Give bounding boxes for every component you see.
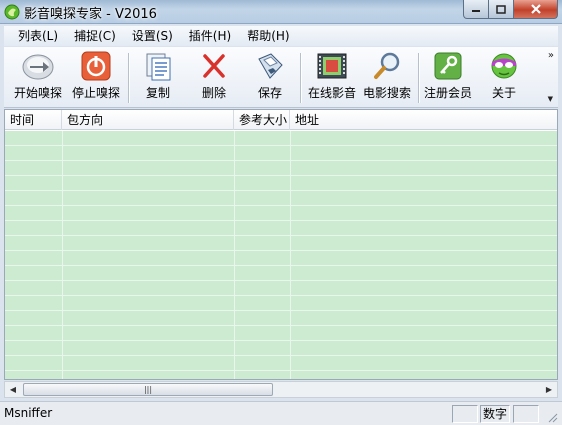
column-header-size[interactable]: 参考大小 [234, 110, 290, 130]
menu-list[interactable]: 列表(L) [4, 27, 66, 45]
app-icon [4, 4, 20, 20]
minimize-icon [472, 10, 480, 12]
column-divider [234, 131, 235, 379]
status-panel [513, 405, 539, 423]
scroll-right-icon[interactable]: ▶ [541, 382, 557, 397]
list-header: 时间 包方向 参考大小 地址 [5, 110, 557, 130]
copy-button[interactable]: 复制 [136, 49, 180, 105]
online-video-label: 在线影音 [307, 86, 356, 100]
delete-icon [203, 54, 225, 78]
copy-icon [146, 53, 171, 81]
film-icon [317, 53, 347, 79]
power-icon [81, 51, 111, 81]
menu-help[interactable]: 帮助(H) [239, 27, 297, 45]
delete-label: 删除 [201, 86, 226, 100]
close-button[interactable] [513, 0, 558, 19]
copy-label: 复制 [145, 86, 170, 100]
online-video-button[interactable]: 在线影音 [306, 49, 358, 105]
movie-search-label: 电影搜索 [362, 86, 411, 100]
scroll-thumb[interactable]: ||| [23, 383, 273, 396]
menu-bar: 列表(L) 捕捉(C) 设置(S) 插件(H) 帮助(H) [4, 26, 558, 46]
toolbar-separator [418, 53, 420, 103]
movie-search-button[interactable]: 电影搜索 [360, 49, 414, 105]
column-header-address[interactable]: 地址 [290, 110, 557, 130]
title-bar: 影音嗅探专家 - V2016 [0, 0, 562, 24]
status-text: Msniffer [4, 406, 53, 420]
toolbar-options-icon[interactable]: ▼ [548, 95, 553, 103]
status-bar: Msniffer 数字 [0, 401, 562, 425]
about-button[interactable]: 关于 [482, 49, 526, 105]
mascot-icon [491, 53, 517, 79]
toolbar: 开始嗅探 停止嗅探 复制 删除 保存 在线影音 电影搜索 注册会员 关于 » ▼ [4, 47, 558, 108]
num-lock-panel: 数字 [480, 405, 510, 423]
menu-plugins[interactable]: 插件(H) [181, 27, 239, 45]
toolbar-separator [300, 53, 302, 103]
resize-grip-icon[interactable] [546, 411, 558, 423]
window-title: 影音嗅探专家 - V2016 [24, 7, 157, 22]
column-header-time[interactable]: 时间 [5, 110, 62, 130]
stop-sniff-button[interactable]: 停止嗅探 [70, 49, 122, 105]
start-sniff-button[interactable]: 开始嗅探 [12, 49, 64, 105]
floppy-disk-icon [258, 53, 283, 79]
status-panel [452, 405, 478, 423]
about-label: 关于 [491, 86, 516, 100]
register-member-button[interactable]: 注册会员 [422, 49, 474, 105]
register-member-label: 注册会员 [423, 86, 472, 100]
scroll-left-icon[interactable]: ◀ [5, 382, 21, 397]
stop-sniff-label: 停止嗅探 [71, 86, 120, 100]
delete-button[interactable]: 删除 [192, 49, 236, 105]
menu-capture[interactable]: 捕捉(C) [66, 27, 124, 45]
horizontal-scrollbar[interactable]: ◀ ||| ▶ [4, 381, 558, 398]
column-divider [290, 131, 291, 379]
column-divider [62, 131, 63, 379]
magnifier-icon [374, 52, 400, 79]
column-header-direction[interactable]: 包方向 [62, 110, 234, 130]
save-label: 保存 [257, 86, 282, 100]
start-sniff-label: 开始嗅探 [13, 86, 62, 100]
key-icon [434, 52, 462, 80]
save-button[interactable]: 保存 [248, 49, 292, 105]
start-sniff-icon [22, 54, 54, 80]
close-icon [530, 4, 541, 14]
minimize-button[interactable] [463, 0, 489, 19]
toolbar-separator [128, 53, 130, 103]
toolbar-overflow-icon[interactable]: » [548, 50, 554, 61]
menu-settings[interactable]: 设置(S) [124, 27, 181, 45]
maximize-icon [496, 4, 506, 14]
maximize-button[interactable] [488, 0, 514, 19]
list-body[interactable] [5, 131, 557, 379]
capture-list[interactable]: 时间 包方向 参考大小 地址 [4, 109, 558, 380]
